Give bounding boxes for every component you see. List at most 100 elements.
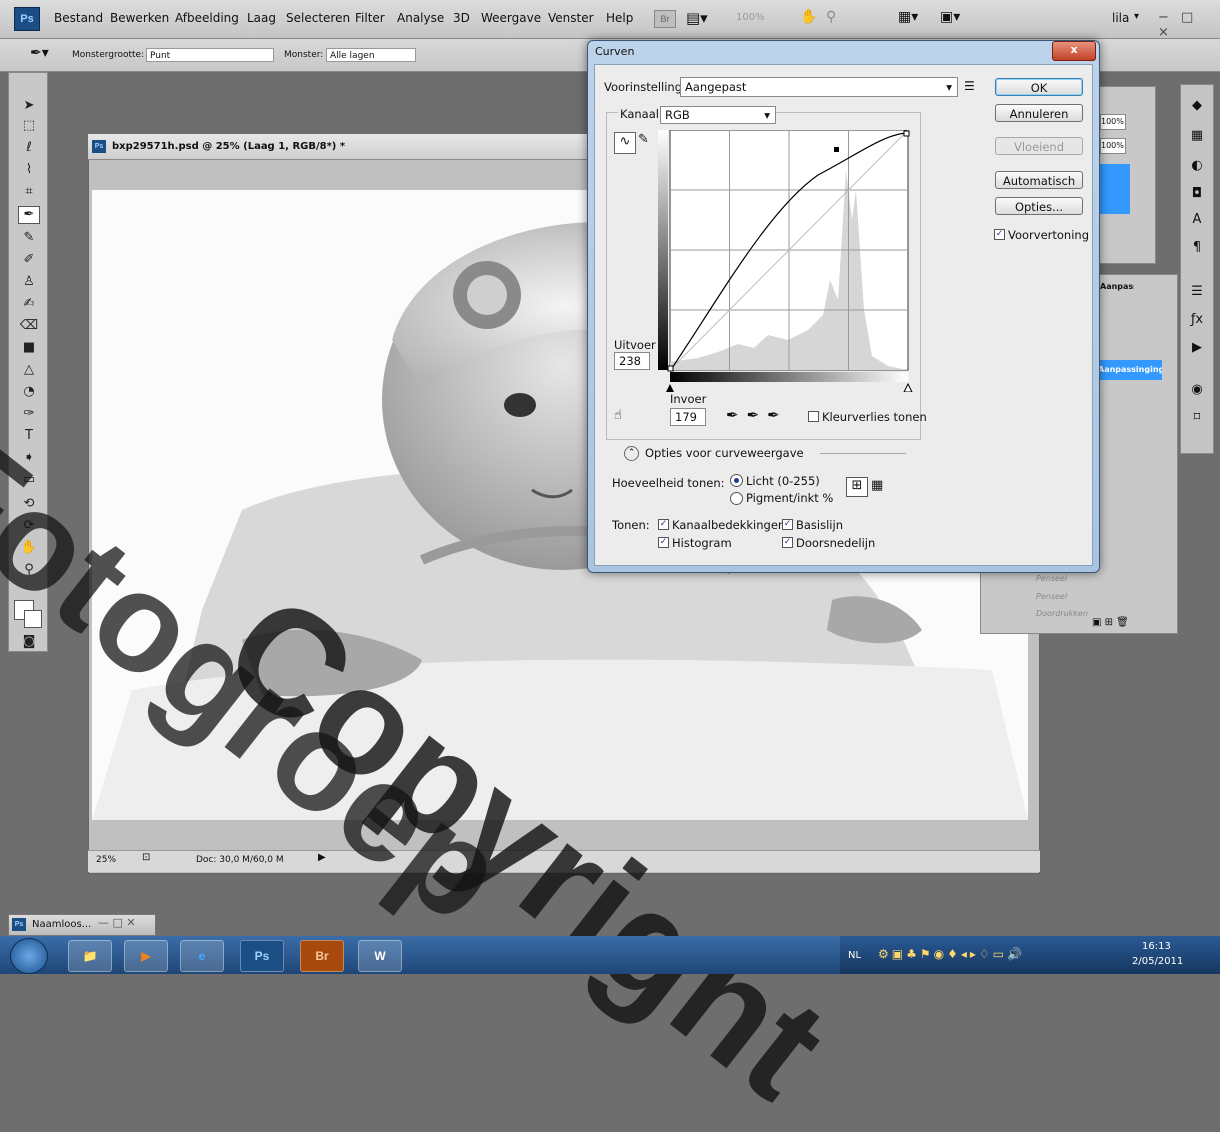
background-color-swatch[interactable] [24,610,42,628]
brush-tool-icon[interactable]: ✐ [18,252,40,270]
auto-button[interactable]: Automatisch [995,171,1083,189]
channel-overlays-checkbox[interactable]: ✓ [658,519,669,530]
menu-help[interactable]: Help [606,11,633,25]
clock-date[interactable]: 2/05/2011 [1132,956,1183,967]
window-controls[interactable]: − □ × [1158,10,1220,40]
channel-select[interactable]: RGB ▾ [660,106,776,124]
collapse-options-icon[interactable]: ⌃ [624,446,639,461]
preset-menu-icon[interactable]: ☰ [964,79,975,93]
detailed-grid-icon[interactable]: ▦ [871,478,883,493]
layers-icon[interactable]: ☰ [1186,284,1208,304]
menu-afbeelding[interactable]: Afbeelding [175,11,239,25]
options-button[interactable]: Opties... [995,197,1083,215]
healing-brush-icon[interactable]: ✎ [18,230,40,248]
menu-laag[interactable]: Laag [247,11,276,25]
swatches-icon[interactable]: ▦ [1186,128,1208,148]
pen-tool-icon[interactable]: ✑ [18,406,40,424]
explorer-taskbar-icon[interactable]: 📁 [68,940,112,972]
clock-time[interactable]: 16:13 [1142,941,1171,952]
status-options-icon[interactable]: ⊡ [142,852,150,863]
clone-source-icon[interactable]: ◉ [1186,382,1208,402]
lasso-tool-icon[interactable]: ℓ [18,140,40,158]
screen-mode-menu-icon[interactable]: ▣▾ [940,9,960,25]
paragraph-icon[interactable]: ¶ [1186,240,1208,260]
type-tool-icon[interactable]: T [18,428,40,446]
simple-grid-icon[interactable]: ⊞ [846,477,868,497]
3d-orbit-icon[interactable]: ⟳ [18,518,40,536]
menu-venster[interactable]: Venster [548,11,594,25]
quick-mask-icon[interactable]: ◙ [18,634,40,652]
hand-tool-icon[interactable]: ✋ [800,9,817,25]
gradient-tool-icon[interactable]: ■ [18,340,40,358]
eyedropper-icon[interactable]: ✒▾ [30,45,49,61]
bridge-taskbar-icon[interactable]: Br [300,940,344,972]
preview-checkbox[interactable]: ✓ [994,229,1005,240]
3d-rotate-icon[interactable]: ⟲ [18,496,40,514]
ok-button[interactable]: OK [995,78,1083,96]
pigment-radio[interactable] [730,492,743,505]
fill-field[interactable]: 100% [1100,138,1126,154]
curve-points-icon[interactable]: ∿ [614,132,636,154]
tray-icons[interactable]: ⚙▣♣⚑◉♦◂▸♢▭🔊 [878,947,1025,961]
sample-select[interactable]: Alle lagen [326,48,416,62]
menu-selecteren[interactable]: Selecteren [286,11,350,25]
zoom-tool-icon[interactable]: ⚲ [18,562,40,580]
history-brush-icon[interactable]: ✍ [18,296,40,314]
blur-tool-icon[interactable]: △ [18,362,40,380]
menu-analyse[interactable]: Analyse [397,11,444,25]
intersection-line-checkbox[interactable]: ✓ [782,537,793,548]
workspace-switcher[interactable]: lila [1112,11,1129,25]
layer-item[interactable]: Doordrukken [1036,609,1088,618]
actions-icon[interactable]: ▶ [1186,340,1208,360]
document-zoom[interactable]: 25% [96,855,116,865]
clone-stamp-icon[interactable]: ♙ [18,274,40,292]
hand-tool-icon[interactable]: ✋ [18,540,40,558]
path-select-icon[interactable]: ➧ [18,450,40,468]
shape-tool-icon[interactable]: ▭ [18,472,40,490]
bridge-button[interactable]: Br [654,10,676,28]
minimized-controls[interactable]: — □ ✕ [98,916,136,929]
on-image-adjust-icon[interactable]: ☝ [614,408,622,423]
output-field[interactable]: 238 [614,352,650,370]
opacity-field[interactable]: 100% [1100,114,1126,130]
smooth-button[interactable]: Vloeiend [995,137,1083,155]
histogram-checkbox[interactable]: ✓ [658,537,669,548]
close-button[interactable]: x [1052,41,1096,61]
zoom-level[interactable]: 100% [736,12,765,23]
transform-icon[interactable]: ⌑ [1186,410,1208,430]
marquee-tool-icon[interactable]: ⬚ [18,118,40,136]
language-indicator[interactable]: NL [848,950,861,961]
quick-select-tool-icon[interactable]: ⌇ [18,162,40,180]
menu-weergave[interactable]: Weergave [481,11,541,25]
character-icon[interactable]: A [1186,212,1208,232]
baseline-checkbox[interactable]: ✓ [782,519,793,530]
curve-graph[interactable] [658,130,913,392]
crop-tool-icon[interactable]: ⌗ [18,184,40,202]
eyedropper-tool-icon[interactable]: ✒ [18,206,40,224]
clipping-checkbox[interactable] [808,411,819,422]
eraser-tool-icon[interactable]: ⌫ [18,318,40,336]
chevron-down-icon[interactable]: ▾ [1134,11,1139,22]
menu-3d[interactable]: 3D [453,11,470,25]
zoom-tool-icon[interactable]: ⚲ [826,9,836,25]
menu-bestand[interactable]: Bestand [54,11,103,25]
masks-icon[interactable]: ◘ [1186,186,1208,206]
preset-select[interactable]: Aangepast ▾ [680,77,958,97]
layer-row-selected[interactable] [1100,164,1130,214]
eyedropper-icons[interactable]: ✒✒✒ [726,406,788,424]
word-taskbar-icon[interactable]: W [358,940,402,972]
new-layer-icon[interactable]: ▣ ⊞ 🗑 [1092,617,1129,628]
layer-item[interactable]: Penseel [1036,592,1067,601]
menu-bewerken[interactable]: Bewerken [110,11,169,25]
adjustments-tab[interactable]: Aanpassingen [1100,282,1134,291]
sample-size-select[interactable]: Punt [146,48,274,62]
status-menu-arrow-icon[interactable]: ▶ [318,852,326,863]
styles-icon[interactable]: ◐ [1186,158,1208,178]
menu-filter[interactable]: Filter [355,11,385,25]
arrange-documents-icon[interactable]: ▦▾ [898,9,918,25]
photoshop-taskbar-icon[interactable]: Ps [240,940,284,972]
ie-taskbar-icon[interactable]: e [180,940,224,972]
input-field[interactable]: 179 [670,408,706,426]
3d-panel-icon[interactable]: ◆ [1186,98,1208,118]
adjustment-item-selected[interactable]: Aanpassinging [1098,360,1162,380]
